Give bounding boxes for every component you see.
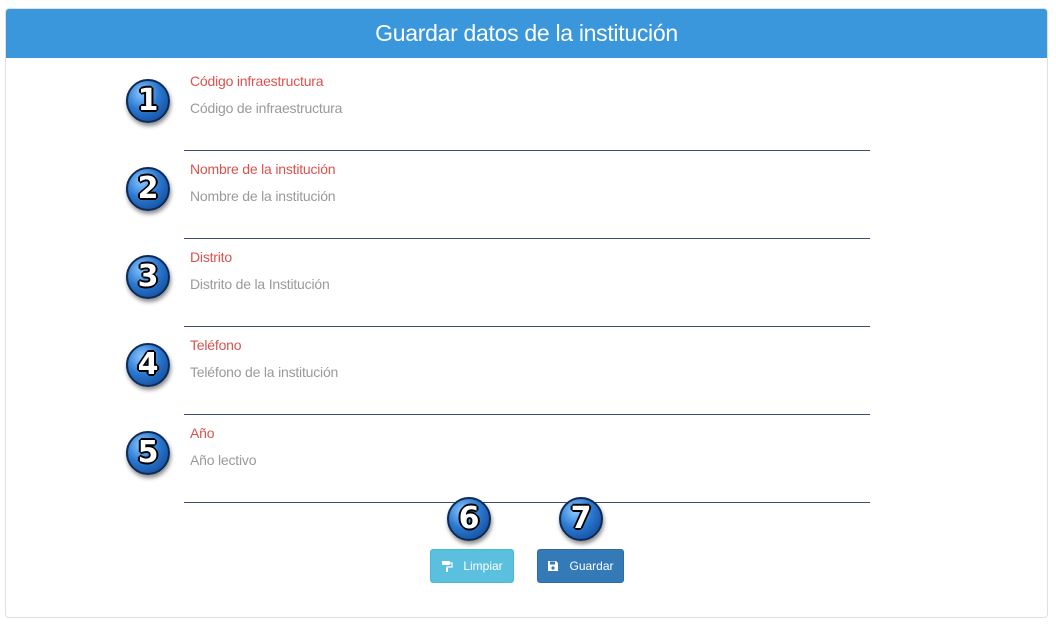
field-label-codigo: Código infraestructura (190, 73, 324, 89)
number-badge-3: 3 (126, 255, 170, 299)
page-title: Guardar datos de la institución (375, 20, 678, 46)
number-badge-5: 5 (126, 431, 170, 475)
field-telefono: Teléfono (184, 330, 870, 415)
field-label-telefono: Teléfono (190, 337, 242, 353)
number-badge-7: 7 (559, 497, 603, 541)
nombre-institucion-input[interactable] (190, 184, 850, 208)
field-distrito: Distrito (184, 242, 870, 327)
save-button-label: Guardar (569, 559, 614, 573)
paint-roller-icon (441, 560, 453, 572)
number-badge-6: 6 (447, 497, 491, 541)
field-codigo-infraestructura: Código infraestructura (184, 66, 870, 151)
number-badge-2: 2 (126, 167, 170, 211)
distrito-input[interactable] (190, 272, 850, 296)
save-button[interactable]: Guardar (537, 549, 624, 583)
clear-button[interactable]: Limpiar (430, 549, 514, 583)
number-badge-1: 1 (126, 79, 170, 123)
field-label-nombre: Nombre de la institución (190, 161, 336, 177)
field-anio: Año (184, 418, 870, 503)
clear-button-label: Limpiar (463, 559, 503, 573)
field-label-distrito: Distrito (190, 249, 232, 265)
panel-header: Guardar datos de la institución (6, 9, 1047, 58)
number-badge-4: 4 (126, 343, 170, 387)
field-label-anio: Año (190, 425, 215, 441)
floppy-disk-icon (547, 560, 559, 572)
telefono-input[interactable] (190, 360, 850, 384)
field-nombre-institucion: Nombre de la institución (184, 154, 870, 239)
institution-form-panel: Guardar datos de la institución 1 Código… (5, 8, 1048, 618)
anio-input[interactable] (190, 448, 850, 472)
codigo-infraestructura-input[interactable] (190, 96, 850, 120)
